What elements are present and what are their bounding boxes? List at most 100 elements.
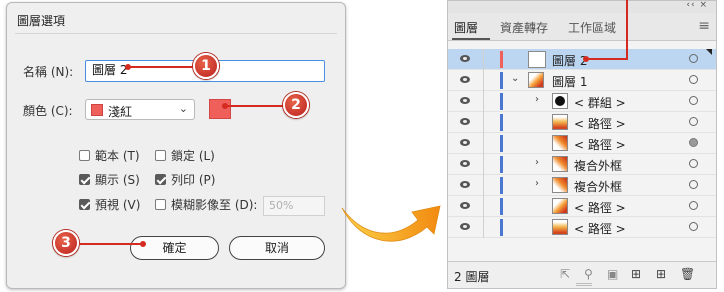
search-icon[interactable]: ⚲ xyxy=(584,267,593,281)
visibility-eye-icon[interactable] xyxy=(460,55,470,62)
layer-row[interactable]: › 複合外框 xyxy=(448,175,716,196)
target-circle-icon[interactable] xyxy=(689,117,698,126)
lock-checkbox[interactable] xyxy=(155,150,166,161)
layer-color-bar xyxy=(500,219,503,236)
target-circle-icon[interactable] xyxy=(689,54,698,63)
layer-color-bar xyxy=(500,198,503,215)
color-option: 淺紅 xyxy=(108,105,133,119)
preview-checkbox[interactable] xyxy=(79,199,90,210)
layer-thumbnail xyxy=(552,135,568,151)
chevron-right-icon[interactable]: › xyxy=(535,178,539,189)
layer-count: 2 圖層 xyxy=(454,270,490,284)
new-sublayer-icon[interactable]: ⊞ xyxy=(631,267,641,281)
name-label: 名稱 (N): xyxy=(23,65,74,79)
layers-panel: ‹‹ × 圖層 資產轉存 工作區域 ≡ 圖層 2 ⌄ 圖層 1 › < 群組 > xyxy=(447,0,717,289)
tab-asset-export[interactable]: 資產轉存 xyxy=(500,19,548,36)
layer-row[interactable]: 圖層 2 xyxy=(448,49,716,70)
layer-row[interactable]: < 路徑 > xyxy=(448,112,716,133)
column-divider xyxy=(483,112,484,133)
curved-arrow-icon xyxy=(341,205,441,242)
layer-name: 複合外框 xyxy=(574,159,623,173)
template-checkbox[interactable] xyxy=(79,150,90,161)
collapse-close-icon[interactable]: ‹‹ × xyxy=(686,0,708,10)
tab-layers[interactable]: 圖層 xyxy=(454,19,478,36)
trash-icon[interactable]: 🗑 xyxy=(680,267,695,281)
print-checkbox[interactable] xyxy=(155,174,166,185)
layer-row[interactable]: < 路徑 > xyxy=(448,133,716,154)
layer-name: < 路徑 > xyxy=(574,222,626,236)
layer-row[interactable]: › 複合外框 xyxy=(448,154,716,175)
target-circle-icon[interactable] xyxy=(689,75,698,84)
color-swatch-small xyxy=(91,104,103,116)
visibility-eye-icon[interactable] xyxy=(460,181,470,188)
callout-leader-line xyxy=(79,243,143,245)
layer-color-bar xyxy=(500,135,503,152)
layer-color-bar xyxy=(500,93,503,110)
layer-color-bar xyxy=(500,72,503,89)
visibility-eye-icon[interactable] xyxy=(460,160,470,167)
show-checkbox[interactable] xyxy=(79,174,90,185)
clip-icon[interactable]: ▣ xyxy=(607,267,618,281)
target-circle-icon[interactable] xyxy=(689,180,698,189)
layer-thumbnail xyxy=(552,198,568,214)
visibility-eye-icon[interactable] xyxy=(460,139,470,146)
color-dropdown[interactable]: 淺紅 ⌄ xyxy=(85,99,195,120)
column-divider xyxy=(483,70,484,91)
layer-name: 圖層 2 xyxy=(552,54,588,68)
active-tab-indicator xyxy=(452,38,490,40)
layer-name: 圖層 1 xyxy=(552,75,588,89)
column-divider xyxy=(483,49,484,70)
target-circle-icon[interactable] xyxy=(689,159,698,168)
callout-pointer-dot xyxy=(583,56,589,62)
selected-corner-icon xyxy=(706,49,712,55)
visibility-eye-icon[interactable] xyxy=(460,118,470,125)
callout-3: 3 xyxy=(53,230,79,256)
layer-thumbnail xyxy=(552,177,568,193)
layer-row[interactable]: < 路徑 > xyxy=(448,217,716,238)
panel-footer: 2 圖層 ⇱ ⚲ ▣ ⊞ ⊞ 🗑 xyxy=(448,261,716,288)
panel-titlebar: ‹‹ × xyxy=(448,0,716,13)
layer-color-bar xyxy=(500,177,503,194)
callout-2: 2 xyxy=(283,92,309,118)
layer-thumbnail xyxy=(552,114,568,130)
callout-pointer-dot xyxy=(140,241,146,247)
chevron-right-icon[interactable]: › xyxy=(535,157,539,168)
ok-button[interactable]: 確定 xyxy=(130,236,219,260)
panel-tabs: 圖層 資產轉存 工作區域 ≡ xyxy=(448,13,716,41)
layer-row[interactable]: ⌄ 圖層 1 xyxy=(448,70,716,91)
chevron-down-icon[interactable]: ⌄ xyxy=(511,73,519,84)
visibility-eye-icon[interactable] xyxy=(460,97,470,104)
new-layer-icon[interactable]: ⊞ xyxy=(656,267,666,281)
visibility-eye-icon[interactable] xyxy=(460,223,470,230)
callout-1: 1 xyxy=(193,53,219,79)
export-icon[interactable]: ⇱ xyxy=(560,267,570,281)
target-circle-icon[interactable] xyxy=(689,138,698,147)
callout-leader-line xyxy=(587,58,628,60)
panel-menu-icon[interactable]: ≡ xyxy=(698,18,710,34)
tab-artboards[interactable]: 工作區域 xyxy=(568,19,616,36)
layer-name: 複合外框 xyxy=(574,180,623,194)
layer-color-bar xyxy=(500,156,503,173)
chevron-right-icon[interactable]: › xyxy=(535,94,539,105)
target-circle-icon[interactable] xyxy=(689,222,698,231)
target-circle-icon[interactable] xyxy=(689,201,698,210)
resize-grip[interactable] xyxy=(576,283,592,286)
lock-label: 鎖定 (L) xyxy=(171,149,215,163)
visibility-eye-icon[interactable] xyxy=(460,202,470,209)
color-swatch-button[interactable] xyxy=(209,99,231,119)
column-divider xyxy=(483,133,484,154)
dim-images-label: 模糊影像至 (D): xyxy=(171,198,258,212)
column-divider xyxy=(483,217,484,238)
layer-row[interactable]: › < 群組 > xyxy=(448,91,716,112)
dim-images-checkbox[interactable] xyxy=(155,199,166,210)
cancel-button[interactable]: 取消 xyxy=(229,236,325,260)
color-label: 顏色 (C): xyxy=(23,104,73,118)
layer-color-bar xyxy=(500,114,503,131)
target-circle-icon[interactable] xyxy=(689,96,698,105)
divider xyxy=(15,33,337,34)
layer-row[interactable]: < 路徑 > xyxy=(448,196,716,217)
dim-percent-field[interactable]: 50% xyxy=(263,196,325,216)
show-label: 顯示 (S) xyxy=(95,173,140,187)
preview-label: 預視 (V) xyxy=(95,198,141,212)
visibility-eye-icon[interactable] xyxy=(460,76,470,83)
